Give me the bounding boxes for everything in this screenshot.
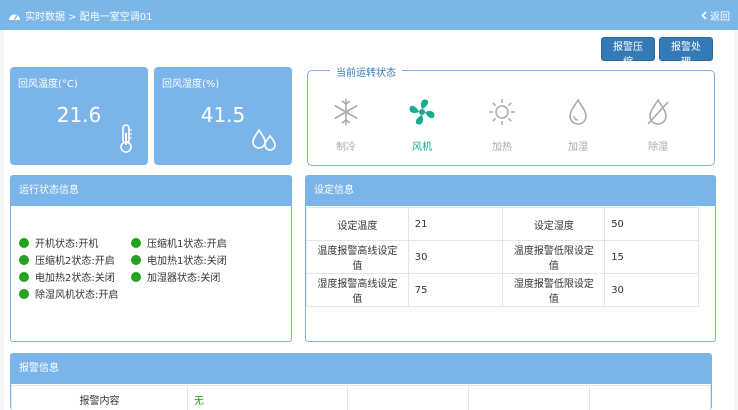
status-indicator — [131, 271, 141, 282]
water-drops-icon — [252, 128, 276, 151]
setting-value: 50 — [604, 207, 699, 241]
status-indicator — [131, 254, 141, 265]
snowflake-icon — [334, 99, 358, 125]
alarm-content-key: 报警内容 — [11, 385, 188, 410]
setting-value: 75 — [407, 273, 504, 307]
setting-key: 设定温度 — [306, 207, 409, 241]
status-item-power: 开机状态:开机 — [19, 234, 131, 251]
setting-key: 设定湿度 — [502, 207, 606, 241]
status-indicator — [19, 237, 29, 248]
alarm-compress-button[interactable]: 报警压缩 — [601, 37, 655, 68]
sun-icon — [489, 99, 515, 125]
run-status-panel: 运行状态信息 开机状态:开机 压缩机1状态:开启 压缩机2状态:开启 电加热1状… — [10, 175, 292, 342]
alarm-panel: 报警信息 报警内容 无 — [10, 353, 712, 410]
mode-humidifying: 加湿 — [548, 97, 608, 153]
setting-value: 15 — [604, 240, 699, 274]
mode-label: 风机 — [412, 142, 432, 153]
running-status-legend: 当前运转状态 — [330, 64, 402, 79]
status-item-heater-1: 电加热1状态:关闭 — [131, 251, 243, 268]
alarm-handle-button[interactable]: 报警处理 — [659, 37, 713, 68]
run-status-list: 开机状态:开机 压缩机1状态:开启 压缩机2状态:开启 电加热1状态:关闭 电加… — [19, 234, 289, 302]
table-row: 设定温度 21 设定湿度 50 — [306, 207, 699, 241]
setting-value: 21 — [407, 207, 504, 241]
status-item-humidifier: 加湿器状态:关闭 — [131, 268, 243, 285]
empty-cell — [347, 385, 469, 410]
setting-key: 温度报警高线设定值 — [306, 240, 409, 274]
table-row: 湿度报警高线设定值 75 湿度报警低限设定值 30 — [306, 273, 699, 307]
mode-label: 制冷 — [336, 142, 356, 153]
status-indicator — [19, 271, 29, 282]
running-status-box: 当前运转状态 制冷 风机 加热 加湿 除湿 — [307, 64, 715, 166]
back-label: 返回 — [710, 11, 730, 23]
humidity-value: 41.5 — [200, 103, 246, 127]
mode-dehumidifying: 除湿 — [628, 97, 688, 153]
water-drop-icon — [569, 98, 587, 125]
alarm-table: 报警内容 无 — [11, 385, 711, 410]
fan-icon — [409, 99, 435, 125]
run-status-panel-title: 运行状态信息 — [11, 176, 291, 206]
return-air-humidity-card: 回风湿度(%) 41.5 — [154, 67, 292, 165]
table-row: 温度报警高线设定值 30 温度报警低限设定值 15 — [306, 240, 699, 274]
alarm-content-value: 无 — [187, 385, 348, 410]
status-item-heater-2: 电加热2状态:关闭 — [19, 268, 131, 285]
setting-value: 30 — [407, 240, 504, 274]
mode-fan: 风机 — [392, 97, 452, 153]
status-indicator — [131, 237, 141, 248]
back-button[interactable]: 返回 — [701, 8, 730, 23]
setting-key: 湿度报警高线设定值 — [306, 273, 409, 307]
thermometer-icon — [120, 124, 132, 153]
mode-cooling: 制冷 — [316, 97, 376, 153]
dashboard-icon — [9, 14, 20, 20]
status-indicator — [19, 288, 29, 299]
status-item-compressor-1: 压缩机1状态:开启 — [131, 234, 243, 251]
empty-cell — [468, 385, 590, 410]
mode-label: 除湿 — [648, 142, 668, 153]
mode-heating: 加热 — [472, 97, 532, 153]
setting-key: 湿度报警低限设定值 — [502, 273, 606, 307]
empty-cell — [589, 385, 711, 410]
alarm-panel-title: 报警信息 — [11, 354, 711, 384]
settings-panel-title: 设定信息 — [306, 176, 715, 206]
setting-value: 30 — [604, 273, 699, 307]
mode-label: 加湿 — [568, 142, 588, 153]
status-item-compressor-2: 压缩机2状态:开启 — [19, 251, 131, 268]
breadcrumb-text[interactable]: 实时数据 > 配电一室空调01 — [25, 8, 152, 23]
card-title: 回风湿度(%) — [162, 79, 220, 90]
dehumidify-icon — [647, 98, 669, 125]
setting-key: 温度报警低限设定值 — [502, 240, 606, 274]
chevron-left-icon — [701, 10, 707, 20]
status-indicator — [19, 254, 29, 265]
return-air-temperature-card: 回风温度(°C) 21.6 — [10, 67, 148, 165]
status-item-dehumidify-fan: 除湿风机状态:开启 — [19, 285, 159, 302]
card-title: 回风温度(°C) — [18, 79, 78, 90]
mode-label: 加热 — [492, 142, 512, 153]
table-row: 报警内容 无 — [11, 385, 711, 410]
settings-panel: 设定信息 设定温度 21 设定湿度 50 温度报警高线设定值 30 温度报警低限… — [305, 175, 716, 342]
settings-table: 设定温度 21 设定湿度 50 温度报警高线设定值 30 温度报警低限设定值 1… — [306, 207, 699, 307]
breadcrumb: 实时数据 > 配电一室空调01 — [8, 8, 152, 23]
top-bar: 实时数据 > 配电一室空调01 返回 — [0, 0, 738, 30]
